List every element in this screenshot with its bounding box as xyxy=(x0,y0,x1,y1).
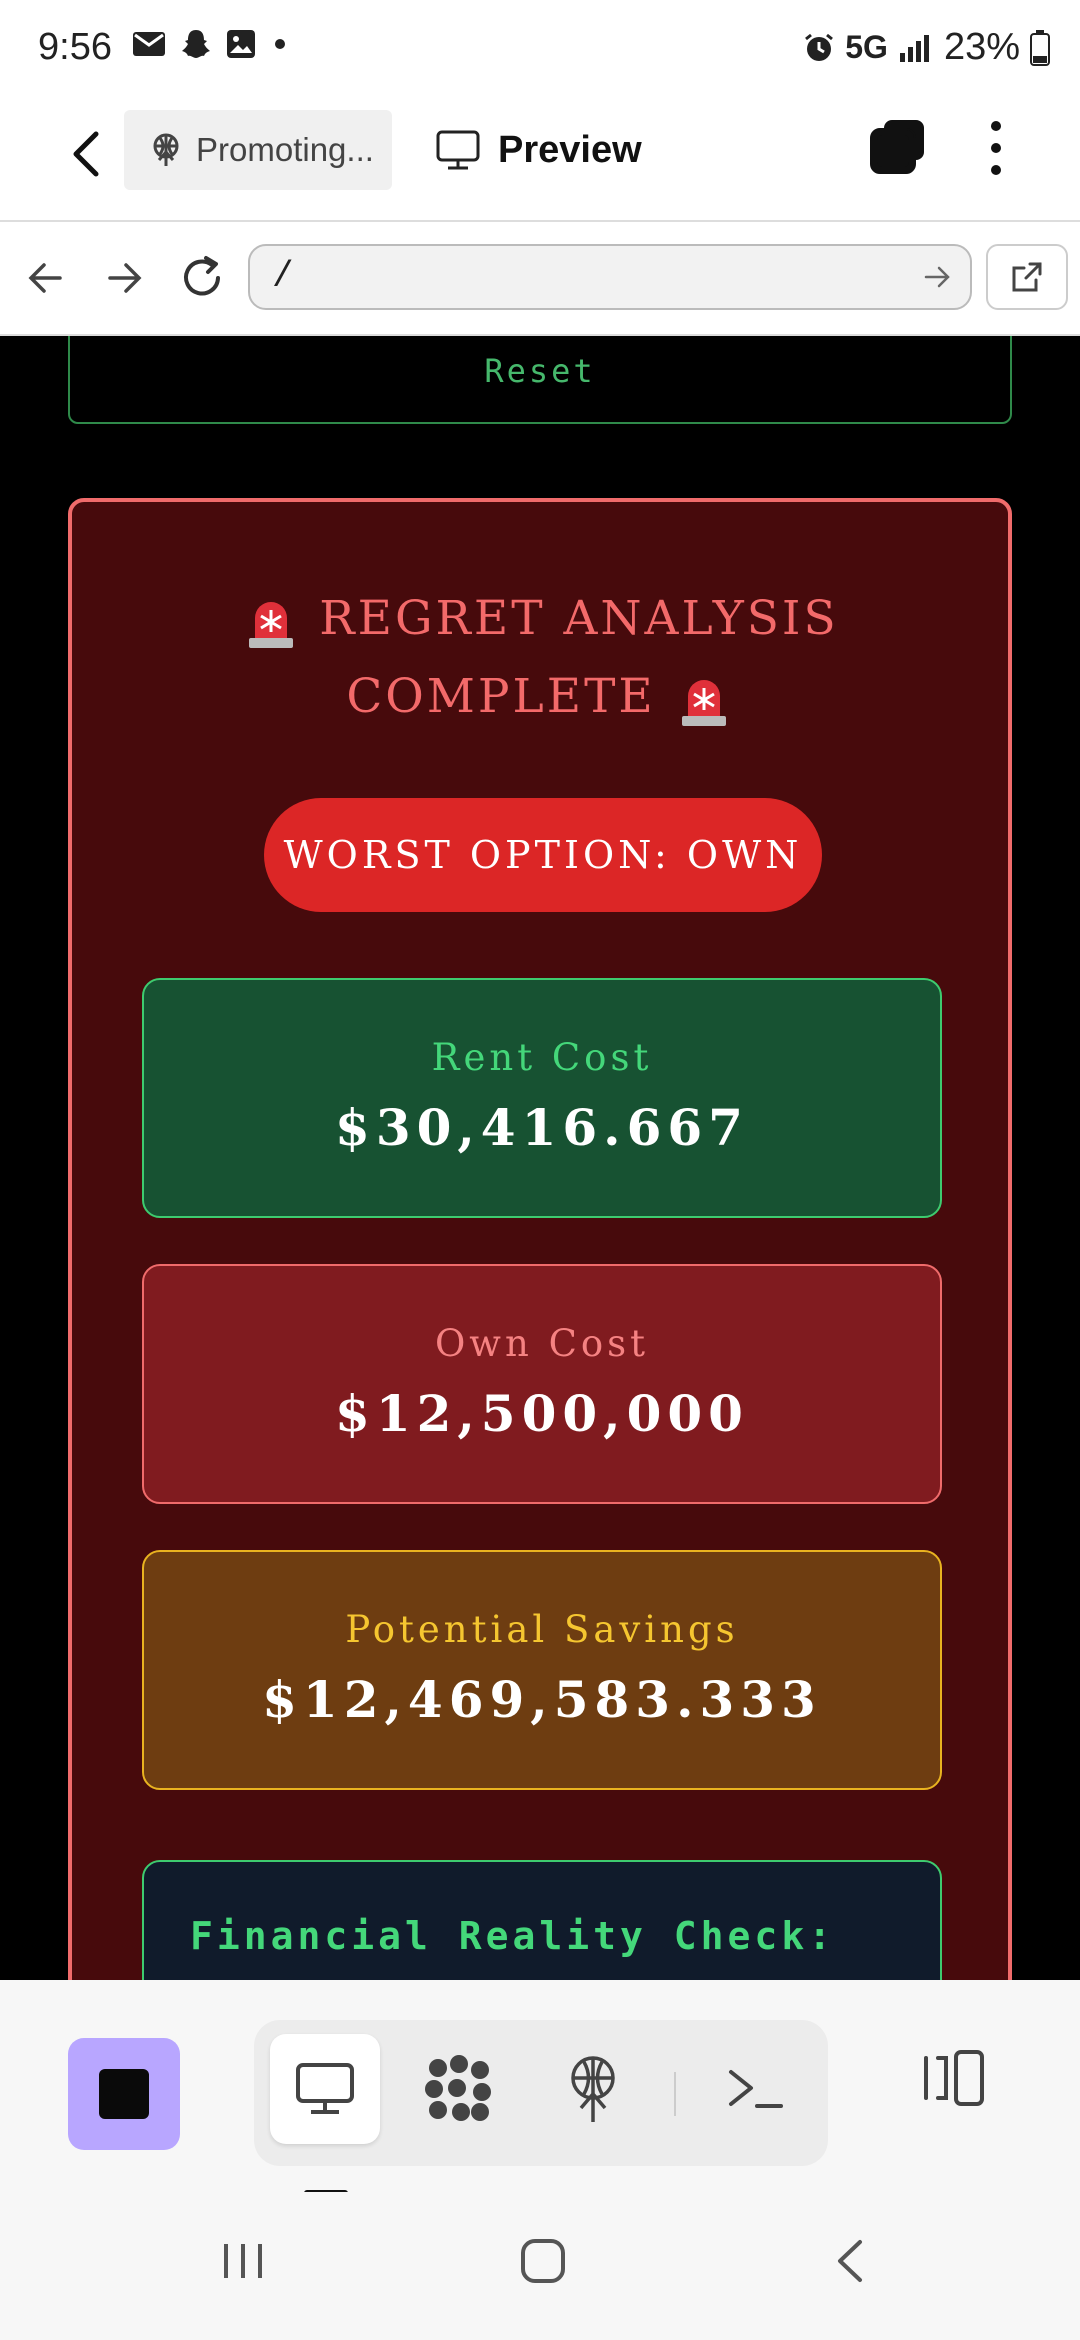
snapchat-icon xyxy=(182,30,210,58)
potential-savings-label: Potential Savings xyxy=(345,1608,739,1651)
own-cost-label: Own Cost xyxy=(434,1322,650,1365)
tabs-icon[interactable] xyxy=(868,116,928,176)
system-nav-bar xyxy=(0,2192,1080,2340)
worst-option-badge: WORST OPTION: OWN xyxy=(264,798,822,912)
controls-panel: Reset xyxy=(68,336,1012,424)
own-cost-card: Own Cost $12,500,000 xyxy=(142,1264,942,1504)
web-content: Reset REGRET ANALYSIS COMPLETE WORST OPT… xyxy=(0,336,1080,1980)
rent-cost-card: Rent Cost $30,416.667 xyxy=(142,978,942,1218)
regret-title: REGRET ANALYSIS COMPLETE xyxy=(112,580,968,736)
mail-icon xyxy=(133,32,165,56)
open-external-button[interactable] xyxy=(986,244,1068,310)
monitor-icon xyxy=(436,130,480,170)
potential-savings-card: Potential Savings $12,469,583.333 xyxy=(142,1550,942,1790)
url-text: / xyxy=(272,256,294,297)
recents-icon[interactable] xyxy=(218,2236,268,2286)
bottom-toolbar xyxy=(0,1980,1080,2196)
notification-icons xyxy=(132,28,290,60)
url-input[interactable]: / xyxy=(248,244,972,310)
rent-cost-value: $30,416.667 xyxy=(335,1098,749,1157)
monitor-icon xyxy=(296,2063,354,2114)
app-bar: Promoting... Preview xyxy=(0,100,1080,222)
promoting-label: Promoting... xyxy=(196,131,374,168)
back-icon[interactable] xyxy=(58,124,118,184)
mode-divider xyxy=(674,2072,676,2116)
terminal-icon xyxy=(729,2070,783,2108)
image-icon xyxy=(227,30,255,58)
own-cost-value: $12,500,000 xyxy=(335,1384,749,1443)
potential-savings-value: $12,469,583.333 xyxy=(262,1670,822,1729)
promoting-chip[interactable]: Promoting... xyxy=(124,110,392,190)
preview-button[interactable]: Preview xyxy=(436,118,642,182)
nodes-icon xyxy=(425,2055,491,2121)
reload-icon[interactable] xyxy=(180,250,226,306)
regret-title-line1: REGRET ANALYSIS xyxy=(319,591,839,646)
url-bar: / xyxy=(0,222,1080,336)
terminal-mode-button[interactable] xyxy=(700,2034,810,2144)
financial-reality-card: Financial Reality Check: xyxy=(142,1860,942,1980)
go-arrow-icon[interactable] xyxy=(922,262,952,292)
status-right: 5G 23% xyxy=(803,26,1050,69)
battery-percent: 23% xyxy=(943,26,1020,68)
home-icon[interactable] xyxy=(518,2236,568,2286)
system-back-icon[interactable] xyxy=(826,2236,876,2286)
external-link-icon xyxy=(1012,262,1042,292)
battery-icon xyxy=(1030,29,1050,66)
regret-title-line2: COMPLETE xyxy=(346,669,656,724)
stop-button[interactable] xyxy=(68,2038,180,2150)
regret-analysis-card: REGRET ANALYSIS COMPLETE WORST OPTION: O… xyxy=(68,498,1012,1980)
more-icon[interactable] xyxy=(986,118,1006,178)
status-time: 9:56 xyxy=(38,26,112,68)
antenna-icon xyxy=(571,2056,615,2122)
stop-icon xyxy=(99,2069,149,2119)
mode-switcher xyxy=(254,2020,828,2166)
signal-icon xyxy=(899,34,929,62)
financial-reality-title: Financial Reality Check: xyxy=(190,1914,836,1958)
network-type: 5G xyxy=(845,29,888,65)
rent-cost-label: Rent Cost xyxy=(431,1036,653,1079)
antenna-icon xyxy=(153,133,179,166)
siren-icon xyxy=(249,602,294,648)
alarm-icon xyxy=(805,33,834,61)
reset-button[interactable]: Reset xyxy=(70,352,1010,390)
preview-label: Preview xyxy=(498,128,642,171)
nav-forward-icon[interactable] xyxy=(104,250,144,306)
integrations-mode-button[interactable] xyxy=(404,2034,514,2144)
siren-icon xyxy=(681,680,726,726)
dot-icon xyxy=(275,39,285,49)
status-bar: 9:56 5G 23% xyxy=(0,0,1080,100)
nav-back-icon[interactable] xyxy=(26,250,66,306)
deploy-mode-button[interactable] xyxy=(538,2034,648,2144)
split-view-icon[interactable] xyxy=(918,2046,988,2110)
preview-mode-button[interactable] xyxy=(270,2034,380,2144)
